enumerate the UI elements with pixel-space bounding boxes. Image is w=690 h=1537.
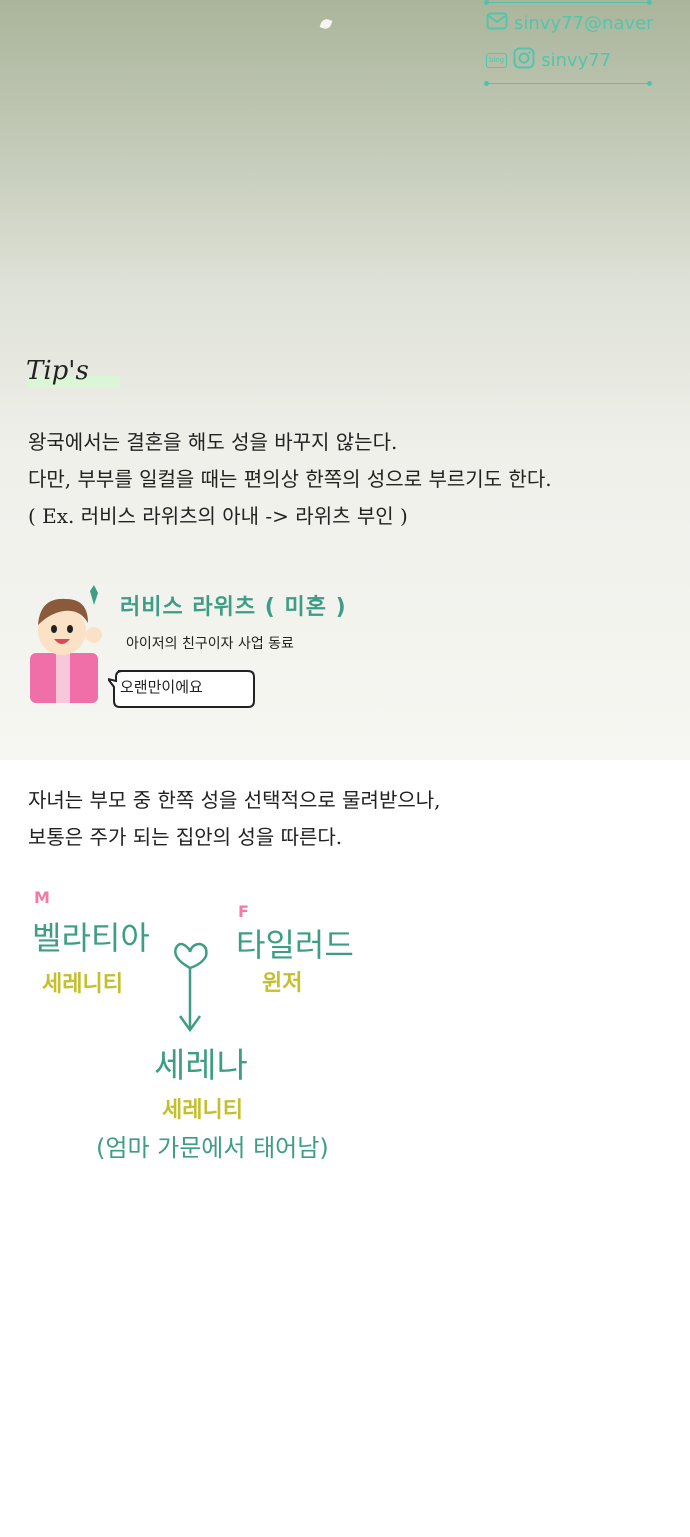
- heart-arrow-icon: [174, 942, 208, 1033]
- tips-paragraph-1: 왕국에서는 결혼을 해도 성을 바꾸지 않는다. 다만, 부부를 일컬을 때는 …: [28, 424, 552, 535]
- child-surname: 세레니티: [162, 1098, 243, 1123]
- mother-surname: 세레니티: [42, 972, 123, 997]
- contact-divider-top: [484, 0, 652, 5]
- tips-paragraph-2: 자녀는 부모 중 한쪽 성을 선택적으로 물려받으나, 보통은 주가 되는 집안…: [28, 782, 441, 856]
- text-line: 왕국에서는 결혼을 해도 성을 바꾸지 않는다.: [28, 430, 398, 454]
- speech-text: 오랜만이에요: [120, 678, 203, 696]
- text-line: ( Ex. 러비스 라위츠의 아내 -> 라위츠 부인 ): [28, 504, 408, 528]
- character-role: 아이저의 친구이자 사업 동료: [126, 636, 294, 652]
- character-avatar: [30, 585, 102, 703]
- text-line: 자녀는 부모 중 한쪽 성을 선택적으로 물려받으나,: [28, 788, 441, 812]
- character-name: 러비스 라위츠 ( 미혼 ): [120, 595, 347, 620]
- father-surname: 윈저: [262, 971, 303, 996]
- contact-info: sinvy77@naver blog sinvy77: [484, 0, 656, 95]
- text-line: 보통은 주가 되는 집안의 성을 따른다.: [28, 825, 343, 849]
- instagram-handle: sinvy77: [541, 50, 612, 71]
- mother-tag: M: [34, 888, 50, 907]
- instagram-icon: [513, 47, 535, 74]
- child-note: (엄마 가문에서 태어남): [96, 1134, 329, 1162]
- child-name: 세레나: [154, 1046, 248, 1086]
- father-tag: F: [238, 902, 249, 921]
- email-text: sinvy77@naver: [514, 13, 654, 34]
- mail-icon: [486, 12, 508, 35]
- contact-divider-bottom: [484, 81, 652, 86]
- character-profile: 러비스 라위츠 ( 미혼 ) 아이저의 친구이자 사업 동료 오랜만이에요: [28, 583, 358, 708]
- email-row: sinvy77@naver: [486, 12, 654, 35]
- text-line: 다만, 부부를 일컬을 때는 편의상 한쪽의 성으로 부르기도 한다.: [28, 467, 552, 491]
- tips-heading: Tip's: [26, 356, 89, 386]
- father-name: 타일러드: [236, 926, 354, 964]
- blog-icon: blog: [486, 53, 508, 68]
- sns-row: blog sinvy77: [486, 47, 611, 74]
- mother-name: 벨라티아: [32, 919, 150, 957]
